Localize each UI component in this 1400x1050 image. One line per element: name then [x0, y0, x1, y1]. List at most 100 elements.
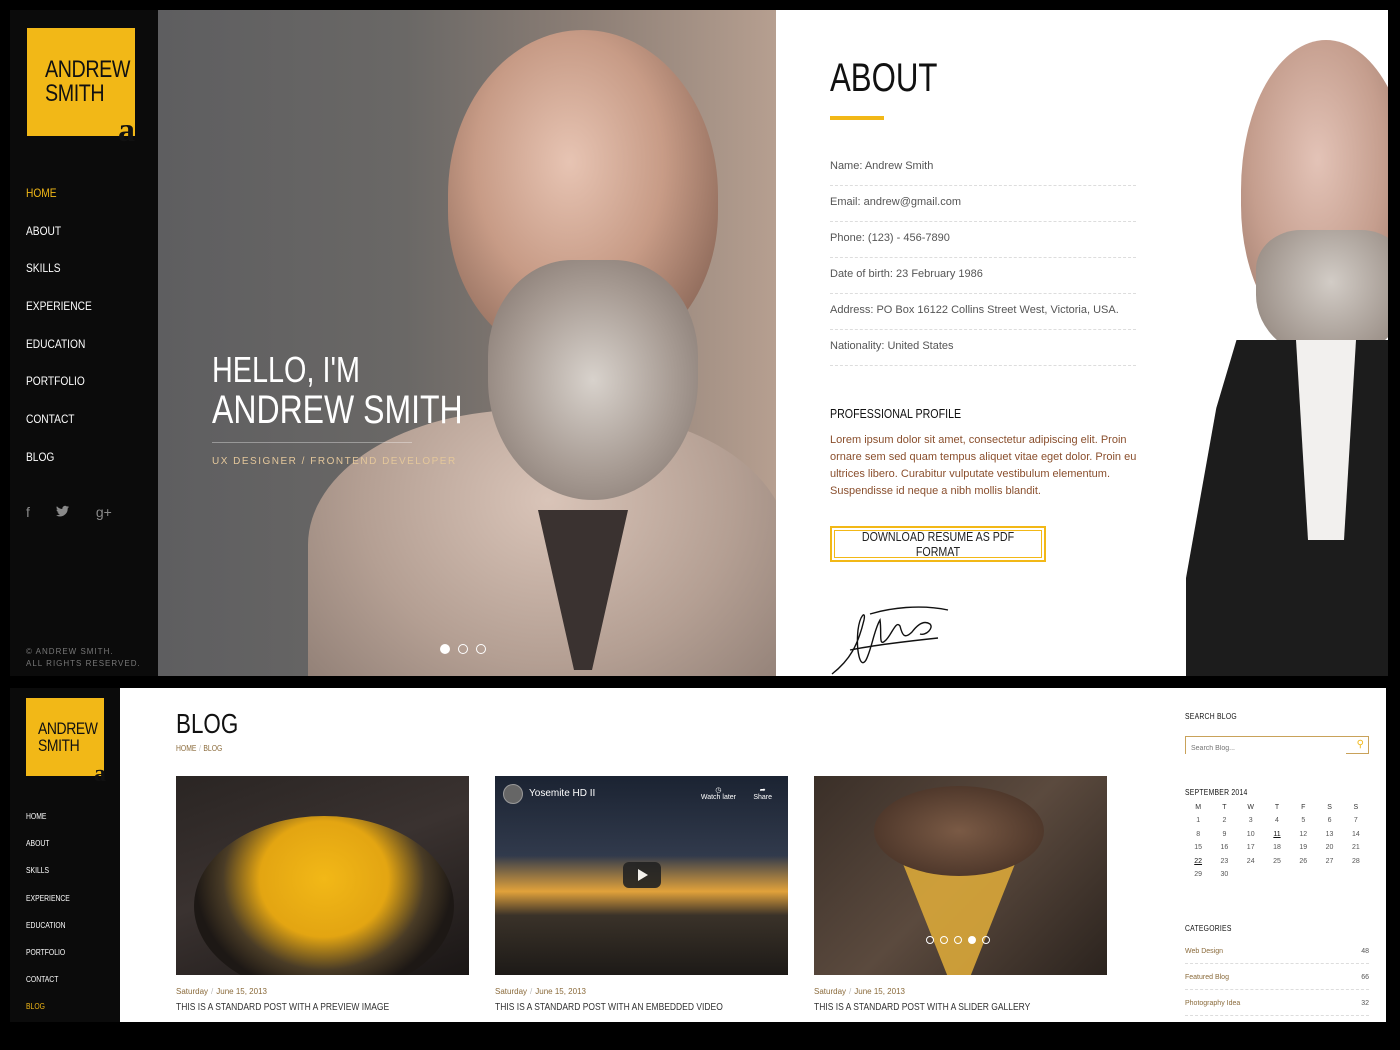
category-item[interactable]: Web Design 48 — [1185, 938, 1369, 964]
weekday-label: S — [1327, 803, 1332, 811]
gallery-dot-1[interactable] — [926, 936, 934, 944]
embedded-video[interactable]: Yosemite HD II ◷ Watch later ➦ Share — [495, 776, 788, 975]
hero-slider: HELLO, I'M ANDREW SMITH UX DESIGNER / FR… — [158, 10, 776, 676]
portrait-jacket — [1186, 340, 1388, 676]
gallery-slider[interactable] — [814, 776, 1107, 975]
play-button[interactable] — [623, 862, 661, 888]
category-count: 66 — [1361, 974, 1369, 981]
nav-item-experience[interactable]: EXPERIENCE — [26, 894, 70, 921]
calendar-week: 29 30 — [1185, 868, 1369, 882]
calendar-empty-cell — [1343, 868, 1369, 882]
watch-later-label: Watch later — [700, 794, 736, 801]
info-phone: Phone: (123) - 456-7890 — [830, 222, 1136, 258]
category-name[interactable]: Web Design — [1185, 948, 1223, 963]
calendar-day[interactable]: 22 — [1185, 855, 1211, 869]
logo[interactable]: ANDREW SMITH a — [26, 698, 106, 786]
category-count: 48 — [1361, 948, 1369, 955]
nav-item-skills[interactable]: SKILLS — [26, 261, 92, 299]
post-preview-bowl — [194, 816, 454, 975]
post-title[interactable]: THIS IS A STANDARD POST WITH A SLIDER GA… — [814, 1002, 1063, 1013]
calendar-day: 14 — [1351, 830, 1360, 838]
nav-item-about[interactable]: ABOUT — [26, 224, 92, 262]
calendar-day: 13 — [1325, 830, 1334, 838]
calendar-day: 7 — [1353, 817, 1358, 825]
social-links: f g+ — [26, 504, 112, 520]
nav-item-home[interactable]: HOME — [26, 812, 70, 839]
search-icon[interactable]: ⚲ — [1357, 739, 1364, 750]
slider-dot-3[interactable] — [476, 644, 486, 654]
weekday-label: S — [1353, 803, 1359, 811]
post-title[interactable]: THIS IS A STANDARD POST WITH A PREVIEW I… — [176, 1002, 425, 1013]
calendar-day: 10 — [1246, 830, 1255, 838]
post-date[interactable]: June 15, 2013 — [216, 987, 267, 996]
calendar-day: 12 — [1299, 830, 1308, 838]
category-item[interactable]: Photography Idea 32 — [1185, 990, 1369, 1016]
category-name[interactable]: Featured Blog — [1185, 974, 1229, 989]
watch-later-button[interactable]: ◷ Watch later — [701, 786, 736, 801]
post-day: Saturday — [176, 987, 209, 996]
calendar-day: 25 — [1273, 857, 1281, 865]
download-resume-button[interactable]: DOWNLOAD RESUME AS PDF FORMAT — [830, 526, 1046, 562]
nav-item-education[interactable]: EDUCATION — [26, 337, 92, 375]
nav-item-experience[interactable]: EXPERIENCE — [26, 299, 92, 337]
calendar-day: 23 — [1220, 857, 1229, 865]
logo-line-2: SMITH — [45, 80, 105, 107]
category-item[interactable]: Featured Blog 66 — [1185, 964, 1369, 990]
post-title[interactable]: THIS IS A STANDARD POST WITH AN EMBEDDED… — [495, 1002, 744, 1013]
post-date[interactable]: June 15, 2013 — [535, 987, 586, 996]
category-name[interactable]: Photography Idea — [1185, 1000, 1240, 1015]
gallery-dot-5[interactable] — [982, 936, 990, 944]
info-name: Name: Andrew Smith — [830, 150, 1136, 186]
weekday-row: MTWTFSS — [1185, 800, 1369, 814]
nav-item-blog[interactable]: BLOG — [26, 1002, 70, 1022]
calendar-day[interactable]: 11 — [1264, 828, 1290, 842]
gallery-dot-2[interactable] — [940, 936, 948, 944]
facebook-icon[interactable]: f — [26, 504, 30, 520]
categories-heading: CATEGORIES — [1185, 924, 1232, 933]
about-screen: ANDREW SMITH a HOME ABOUT SKILLS EXPERIE… — [10, 10, 1388, 676]
categories-widget: CATEGORIES — [1185, 924, 1369, 933]
search-input[interactable] — [1186, 740, 1346, 757]
share-button[interactable]: ➦ Share — [753, 786, 772, 801]
main-nav: HOME ABOUT SKILLS EXPERIENCE EDUCATION P… — [26, 812, 78, 1022]
nav-item-contact[interactable]: CONTACT — [26, 412, 92, 450]
blog-post-card[interactable]: Saturday / June 15, 2013 THIS IS A STANDAR… — [814, 776, 1107, 1013]
channel-avatar[interactable] — [503, 784, 523, 804]
page-title: BLOG — [176, 708, 239, 739]
nav-item-contact[interactable]: CONTACT — [26, 975, 70, 1002]
calendar-day: 30 — [1220, 871, 1229, 879]
slider-dot-2[interactable] — [458, 644, 468, 654]
post-meta: Saturday / June 15, 2013 — [495, 987, 586, 996]
breadcrumb-home[interactable]: HOME — [176, 744, 196, 753]
logo[interactable]: ANDREW SMITH a — [27, 28, 135, 148]
nav-item-portfolio[interactable]: PORTFOLIO — [26, 374, 92, 412]
post-day: Saturday — [814, 987, 847, 996]
nav-item-about[interactable]: ABOUT — [26, 839, 70, 866]
nav-item-skills[interactable]: SKILLS — [26, 866, 70, 893]
calendar-empty-cell — [1316, 868, 1342, 882]
nav-item-home[interactable]: HOME — [26, 186, 92, 224]
sidebar: ANDREW SMITH a HOME ABOUT SKILLS EXPERIE… — [10, 10, 158, 676]
google-plus-icon[interactable]: g+ — [96, 504, 112, 520]
gallery-dot-3[interactable] — [954, 936, 962, 944]
calendar-day: 17 — [1246, 844, 1255, 852]
nav-item-portfolio[interactable]: PORTFOLIO — [26, 948, 70, 975]
copyright: © ANDREW SMITH. ALL RIGHTS RESERVED. — [26, 646, 141, 670]
about-section: ABOUT Name: Andrew Smith Email: andrew@g… — [776, 10, 1388, 676]
hero-role: UX DESIGNER / FRONTEND DEVELOPER — [212, 456, 457, 467]
video-title[interactable]: Yosemite HD II — [529, 788, 595, 799]
post-preview-image[interactable] — [176, 776, 469, 975]
blog-post-card[interactable]: Saturday / June 15, 2013 THIS IS A STANDAR… — [176, 776, 469, 1013]
profile-text: Lorem ipsum dolor sit amet, consectetur … — [830, 434, 1137, 497]
post-date[interactable]: June 15, 2013 — [854, 987, 905, 996]
weekday-label: T — [1274, 803, 1280, 811]
slider-dot-1[interactable] — [440, 644, 450, 654]
download-resume-label: DOWNLOAD RESUME AS PDF FORMAT — [861, 529, 1015, 559]
nav-item-education[interactable]: EDUCATION — [26, 921, 70, 948]
twitter-icon[interactable] — [55, 504, 70, 520]
gallery-dot-4[interactable] — [968, 936, 976, 944]
hero-photo-beard — [488, 260, 698, 500]
blog-post-card[interactable]: Yosemite HD II ◷ Watch later ➦ Share Satur… — [495, 776, 788, 1013]
nav-item-blog[interactable]: BLOG — [26, 450, 92, 488]
copyright-line-2: ALL RIGHTS RESERVED. — [26, 659, 141, 668]
